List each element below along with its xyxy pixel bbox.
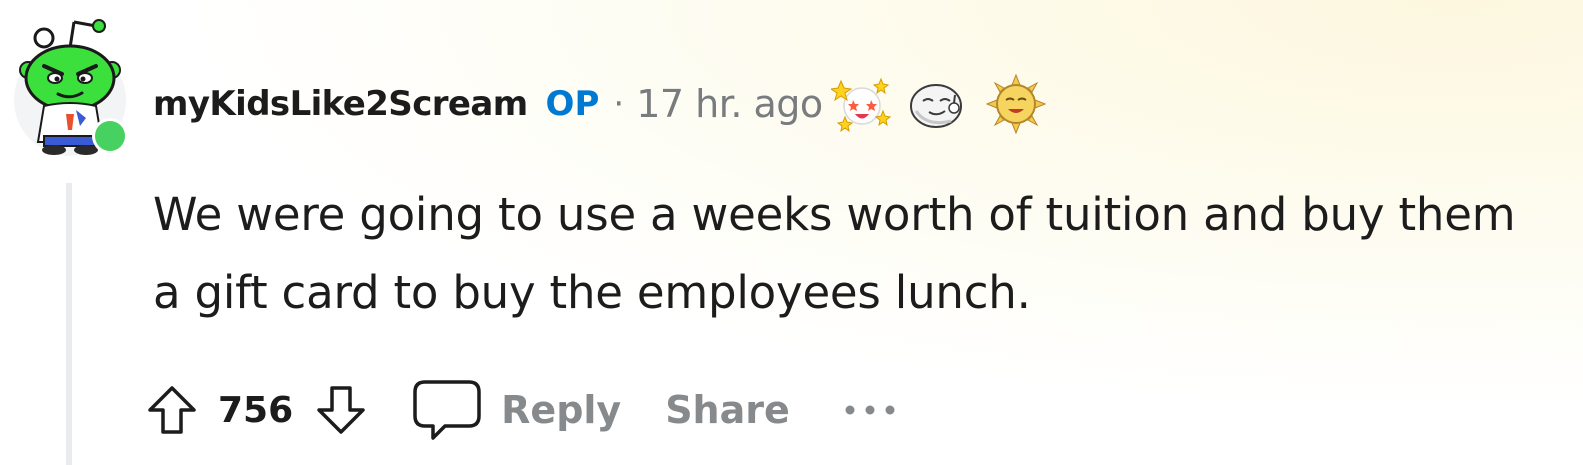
- online-status-icon: [92, 118, 128, 154]
- reply-button[interactable]: Reply: [411, 378, 621, 442]
- user-avatar[interactable]: [14, 14, 134, 162]
- op-badge: OP: [545, 84, 600, 124]
- username-link[interactable]: myKidsLike2Scream: [153, 84, 528, 124]
- comment-meta: myKidsLike2Scream OP · 17 hr. ago: [153, 73, 1047, 135]
- more-options-button[interactable]: [840, 400, 900, 420]
- comment-actions: 756 Reply Share: [146, 372, 900, 448]
- comment-bubble-icon: [413, 380, 481, 440]
- thread-line[interactable]: [66, 183, 72, 465]
- share-button[interactable]: Share: [665, 388, 790, 432]
- meta-separator: ·: [613, 84, 625, 124]
- upvote-icon[interactable]: [146, 384, 198, 436]
- comment-timestamp[interactable]: 17 hr. ago: [636, 82, 823, 126]
- vote-score: 756: [218, 389, 294, 431]
- ellipsis-icon: [845, 405, 895, 415]
- share-label: Share: [665, 388, 790, 432]
- downvote-icon[interactable]: [315, 384, 367, 436]
- reply-label: Reply: [501, 388, 622, 432]
- starstruck-award-icon[interactable]: [830, 73, 893, 135]
- comment-body: We were going to use a weeks worth of tu…: [153, 188, 1516, 319]
- moon-face-award-icon[interactable]: [907, 73, 969, 135]
- comment: myKidsLike2Scream OP · 17 hr. ago We wer…: [0, 0, 1583, 465]
- sun-face-award-icon[interactable]: [985, 73, 1047, 135]
